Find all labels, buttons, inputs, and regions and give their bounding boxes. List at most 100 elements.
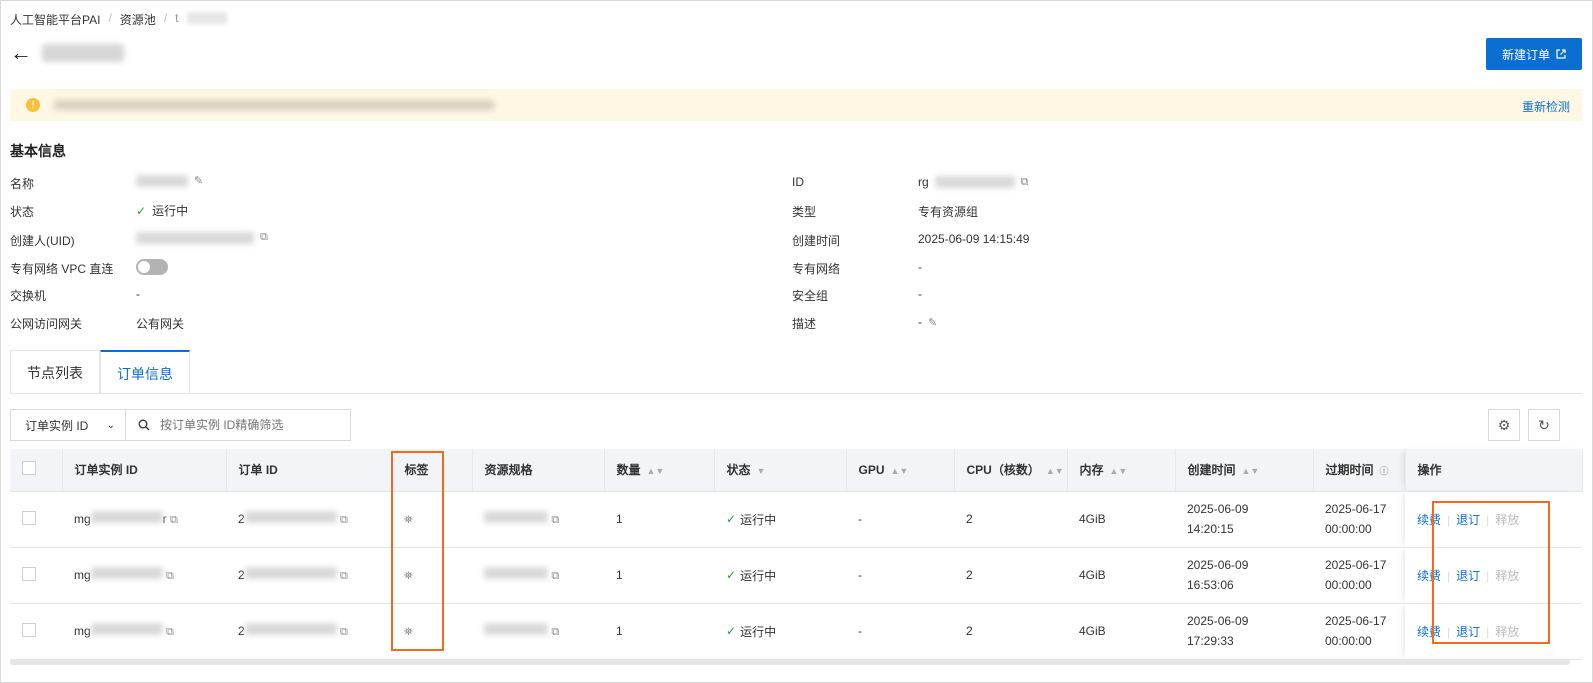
recheck-link[interactable]: 重新检测 xyxy=(1522,98,1570,115)
row-checkbox-cell xyxy=(10,491,62,548)
release-link-disabled: 释放 xyxy=(1495,512,1520,527)
header-ops: 操作 xyxy=(1405,449,1583,492)
expire-time: 00:00:00 xyxy=(1325,578,1372,592)
label-gateway: 公网访问网关 xyxy=(10,317,83,331)
cell-expire: 2025-06-17 00:00:00 xyxy=(1313,603,1405,660)
tab-order-info[interactable]: 订单信息 xyxy=(100,350,190,394)
breadcrumb-resource-pool[interactable]: 资源池 xyxy=(120,11,156,28)
cell-cpu: 2 xyxy=(954,491,1067,548)
copy-icon[interactable]: ⧉ xyxy=(340,514,348,526)
copy-icon[interactable]: ⧉ xyxy=(170,514,178,526)
cell-gpu: - xyxy=(846,547,954,604)
tag-icon[interactable]: ⛯ xyxy=(404,570,413,582)
filter-field-select[interactable]: 订单实例 ID ⌄ xyxy=(11,410,126,440)
expire-date: 2025-06-17 xyxy=(1325,614,1387,628)
row-checkbox[interactable] xyxy=(22,510,36,525)
breadcrumb-pai[interactable]: 人工智能平台PAI xyxy=(10,11,100,28)
copy-icon[interactable]: ⧉ xyxy=(340,626,348,638)
copy-icon[interactable]: ⧉ xyxy=(551,514,559,526)
renew-link[interactable]: 续费 xyxy=(1417,513,1441,527)
header-created[interactable]: 创建时间 ▲▼ xyxy=(1175,449,1314,492)
page-title-redacted xyxy=(42,44,124,62)
cell-memory: 4GiB xyxy=(1067,603,1175,660)
copy-icon[interactable]: ⧉ xyxy=(166,570,174,582)
unsubscribe-link[interactable]: 退订 xyxy=(1456,513,1480,527)
tag-icon[interactable]: ⛯ xyxy=(404,626,413,638)
cell-status: ✓ 运行中 xyxy=(714,547,846,604)
new-order-label: 新建订单 xyxy=(1501,47,1550,62)
header-status-label: 状态 xyxy=(726,463,751,478)
redacted-spec xyxy=(484,511,548,523)
header-status[interactable]: 状态 ▼ xyxy=(714,449,847,492)
basic-info-left: 名称 ✎ 状态 ✓ 运行中 创建人(UID) ⧉ 专有网络 VPC 直连 交换机… xyxy=(10,174,710,334)
redacted-spec xyxy=(484,623,548,635)
cell-spec: ⧉ xyxy=(472,491,604,548)
select-all-checkbox[interactable] xyxy=(22,461,36,476)
label-type: 类型 xyxy=(792,205,817,219)
cell-order-id: 2 ⧉ xyxy=(226,603,392,660)
row-checkbox-cell xyxy=(10,547,62,604)
tag-icon[interactable]: ⛯ xyxy=(404,514,413,526)
refresh-button[interactable]: ↻ xyxy=(1528,409,1560,441)
divider: | xyxy=(1486,512,1490,527)
settings-button[interactable]: ⚙ xyxy=(1488,409,1520,441)
cell-count: 1 xyxy=(604,491,714,548)
redacted-uid xyxy=(136,231,254,244)
sort-icon: ▲▼ xyxy=(646,466,665,477)
header-gpu[interactable]: GPU ▲▼ xyxy=(846,449,955,492)
renew-link[interactable]: 续费 xyxy=(1417,569,1441,583)
edit-icon[interactable]: ✎ xyxy=(928,316,937,329)
copy-icon[interactable]: ⧉ xyxy=(340,570,348,582)
instance-id-text: mg xyxy=(74,568,91,582)
cell-ops: 续费 | 退订 | 释放 xyxy=(1405,547,1582,604)
unsubscribe-link[interactable]: 退订 xyxy=(1456,625,1480,639)
row-checkbox[interactable] xyxy=(22,566,36,581)
filter-field-value: 订单实例 ID xyxy=(25,418,89,433)
unsubscribe-link[interactable]: 退订 xyxy=(1456,569,1480,583)
cell-created: 2025-06-09 14:20:15 xyxy=(1175,491,1313,548)
expire-time: 00:00:00 xyxy=(1325,522,1372,536)
label-switch: 交换机 xyxy=(10,289,47,303)
back-arrow-icon[interactable]: ← xyxy=(10,42,32,64)
header-expire[interactable]: 过期时间 ⓘ xyxy=(1313,449,1406,492)
cell-expire: 2025-06-17 00:00:00 xyxy=(1313,547,1405,604)
warning-icon: ! xyxy=(26,98,40,112)
description-text: - xyxy=(918,315,922,329)
renew-link[interactable]: 续费 xyxy=(1417,625,1441,639)
copy-icon[interactable]: ⧉ xyxy=(260,231,268,244)
created-time: 14:20:15 xyxy=(1187,522,1234,536)
label-vpc: 专有网络 xyxy=(792,262,841,276)
help-icon: ⓘ xyxy=(1379,466,1389,477)
cell-expire: 2025-06-17 00:00:00 xyxy=(1313,491,1405,548)
check-icon: ✓ xyxy=(726,624,737,638)
header-expire-label: 过期时间 xyxy=(1325,463,1374,478)
check-icon: ✓ xyxy=(726,512,737,526)
search-input[interactable] xyxy=(160,418,340,432)
table-header-row: 订单实例 ID 订单 ID 标签 资源规格 数量 ▲▼ 状态 ▼ GPU ▲▼ CPU… xyxy=(10,449,1583,492)
warning-banner: ! 重新检测 xyxy=(10,89,1582,121)
copy-icon[interactable]: ⧉ xyxy=(1021,176,1029,189)
copy-icon[interactable]: ⧉ xyxy=(166,626,174,638)
external-link-icon xyxy=(1556,49,1566,59)
header-cpu[interactable]: CPU（核数） ▲▼ xyxy=(954,449,1068,492)
redacted-name xyxy=(136,174,188,187)
tab-node-list[interactable]: 节点列表 xyxy=(10,350,100,394)
orders-table: 订单实例 ID 订单 ID 标签 资源规格 数量 ▲▼ 状态 ▼ GPU ▲▼ CPU… xyxy=(10,449,1583,660)
cell-gpu: - xyxy=(846,603,954,660)
cell-spec: ⧉ xyxy=(472,603,604,660)
cell-order-id: 2 ⧉ xyxy=(226,491,392,548)
cell-ops: 续费 | 退订 | 释放 xyxy=(1405,491,1582,548)
vpc-direct-toggle[interactable] xyxy=(136,259,168,275)
breadcrumb-separator: / xyxy=(108,11,112,25)
cell-cpu: 2 xyxy=(954,603,1067,660)
row-checkbox[interactable] xyxy=(22,622,36,637)
header-tag: 标签 xyxy=(392,449,473,492)
horizontal-scrollbar[interactable] xyxy=(10,659,1570,665)
header-count[interactable]: 数量 ▲▼ xyxy=(604,449,715,492)
cell-created: 2025-06-09 16:53:06 xyxy=(1175,547,1313,604)
copy-icon[interactable]: ⧉ xyxy=(551,570,559,582)
new-order-button[interactable]: 新建订单 xyxy=(1486,38,1582,70)
header-memory[interactable]: 内存 ▲▼ xyxy=(1067,449,1176,492)
edit-icon[interactable]: ✎ xyxy=(194,174,203,187)
copy-icon[interactable]: ⧉ xyxy=(551,626,559,638)
